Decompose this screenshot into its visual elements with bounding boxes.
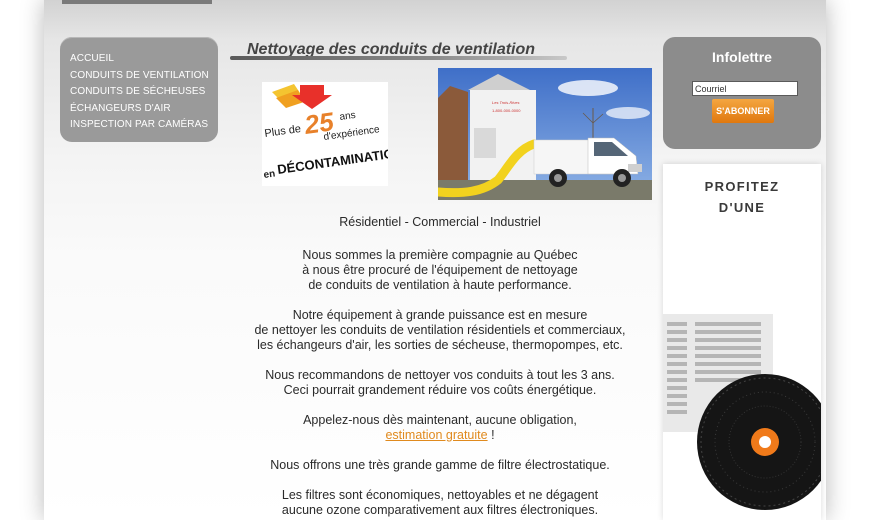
recommendation-line: Ceci pourrait grandement réduire vos coû…	[283, 383, 597, 397]
cloud	[606, 107, 650, 119]
equipment-line: Notre équipement à grande puissance est …	[292, 308, 588, 322]
site-logo[interactable]	[62, 0, 212, 4]
call-line-end: !	[487, 428, 495, 442]
intro-line: de conduits de ventilation à haute perfo…	[308, 278, 572, 292]
truck-photo: Les Trois-Rives 1-800-000-0000	[438, 68, 652, 200]
cloud	[558, 80, 618, 96]
tagline: Résidentiel - Commercial - Industriel	[339, 215, 541, 229]
equipment-line: les échangeurs d'air, les sorties de séc…	[257, 338, 623, 352]
intro-line: Nous sommes la première compagnie au Qué…	[302, 248, 578, 262]
wheel-hub	[554, 174, 562, 182]
wheel-hub	[618, 174, 626, 182]
title-underline	[230, 56, 567, 60]
nav-item-echangeurs-air[interactable]: ÉCHANGEURS D'AIR	[70, 101, 218, 118]
filters-benefits-paragraph: Les filtres sont économiques, nettoyable…	[230, 488, 650, 518]
page: ACCUEIL CONDUITS DE VENTILATION CONDUITS…	[0, 0, 880, 520]
truck-phone: 1-800-000-0000	[492, 108, 521, 113]
promo-banner[interactable]: PROFITEZ D'UNE	[663, 164, 821, 520]
nav-list: ACCUEIL CONDUITS DE VENTILATION CONDUITS…	[60, 37, 218, 134]
experience-badge: Plus de 25 ans d'expérience en DÉCONTAMI…	[262, 82, 388, 186]
intro-paragraph: Nous sommes la première compagnie au Qué…	[230, 248, 650, 293]
newsletter-email-input[interactable]	[692, 81, 798, 96]
nav-item-conduits-secheuses[interactable]: CONDUITS DE SÉCHEUSES	[70, 84, 218, 101]
nav-item-conduits-ventilation[interactable]: CONDUITS DE VENTILATION	[70, 68, 218, 85]
call-paragraph: Appelez-nous dès maintenant, aucune obli…	[230, 413, 650, 443]
equipment-line: de nettoyer les conduits de ventilation …	[254, 323, 626, 337]
recommendation-paragraph: Nous recommandons de nettoyer vos condui…	[230, 368, 650, 398]
nav-item-inspection-cameras[interactable]: INSPECTION PAR CAMÉRAS	[70, 117, 218, 134]
badge-line3b: DÉCONTAMINATION	[276, 144, 388, 176]
truck-photo-graphic: Les Trois-Rives 1-800-000-0000	[438, 68, 652, 200]
truck-brand: Les Trois-Rives	[492, 100, 520, 105]
call-line: Appelez-nous dès maintenant, aucune obli…	[303, 413, 577, 427]
nav-item-accueil[interactable]: ACCUEIL	[70, 51, 218, 68]
arrow-red-icon	[292, 85, 332, 109]
newsletter-box: Infolettre S'ABONNER	[663, 37, 821, 149]
main-content: Résidentiel - Commercial - Industriel No…	[230, 215, 650, 520]
subscribe-button[interactable]: S'ABONNER	[712, 99, 774, 123]
intro-line: à nous être procuré de l'équipement de n…	[302, 263, 578, 277]
badge-line3a: en	[263, 168, 276, 181]
badge-prefix: Plus de	[264, 123, 302, 140]
filters-paragraph: Nous offrons une très grande gamme de fi…	[270, 458, 610, 472]
recommendation-line: Nous recommandons de nettoyer vos condui…	[265, 368, 615, 382]
truck-bumper	[628, 164, 642, 172]
badge-unit: ans	[339, 110, 356, 123]
free-estimate-link[interactable]: estimation gratuite	[385, 428, 487, 442]
filters-benefits-line: Les filtres sont économiques, nettoyable…	[281, 488, 599, 502]
equipment-paragraph: Notre équipement à grande puissance est …	[230, 308, 650, 353]
experience-badge-graphic: Plus de 25 ans d'expérience en DÉCONTAMI…	[263, 84, 388, 181]
sidebar-nav: ACCUEIL CONDUITS DE VENTILATION CONDUITS…	[60, 37, 218, 142]
promo-graphic	[663, 314, 821, 510]
newsletter-title: Infolettre	[712, 49, 772, 65]
filters-benefits-line: aucune ozone comparativement aux filtres…	[281, 503, 599, 517]
trailer-panel	[474, 128, 496, 158]
